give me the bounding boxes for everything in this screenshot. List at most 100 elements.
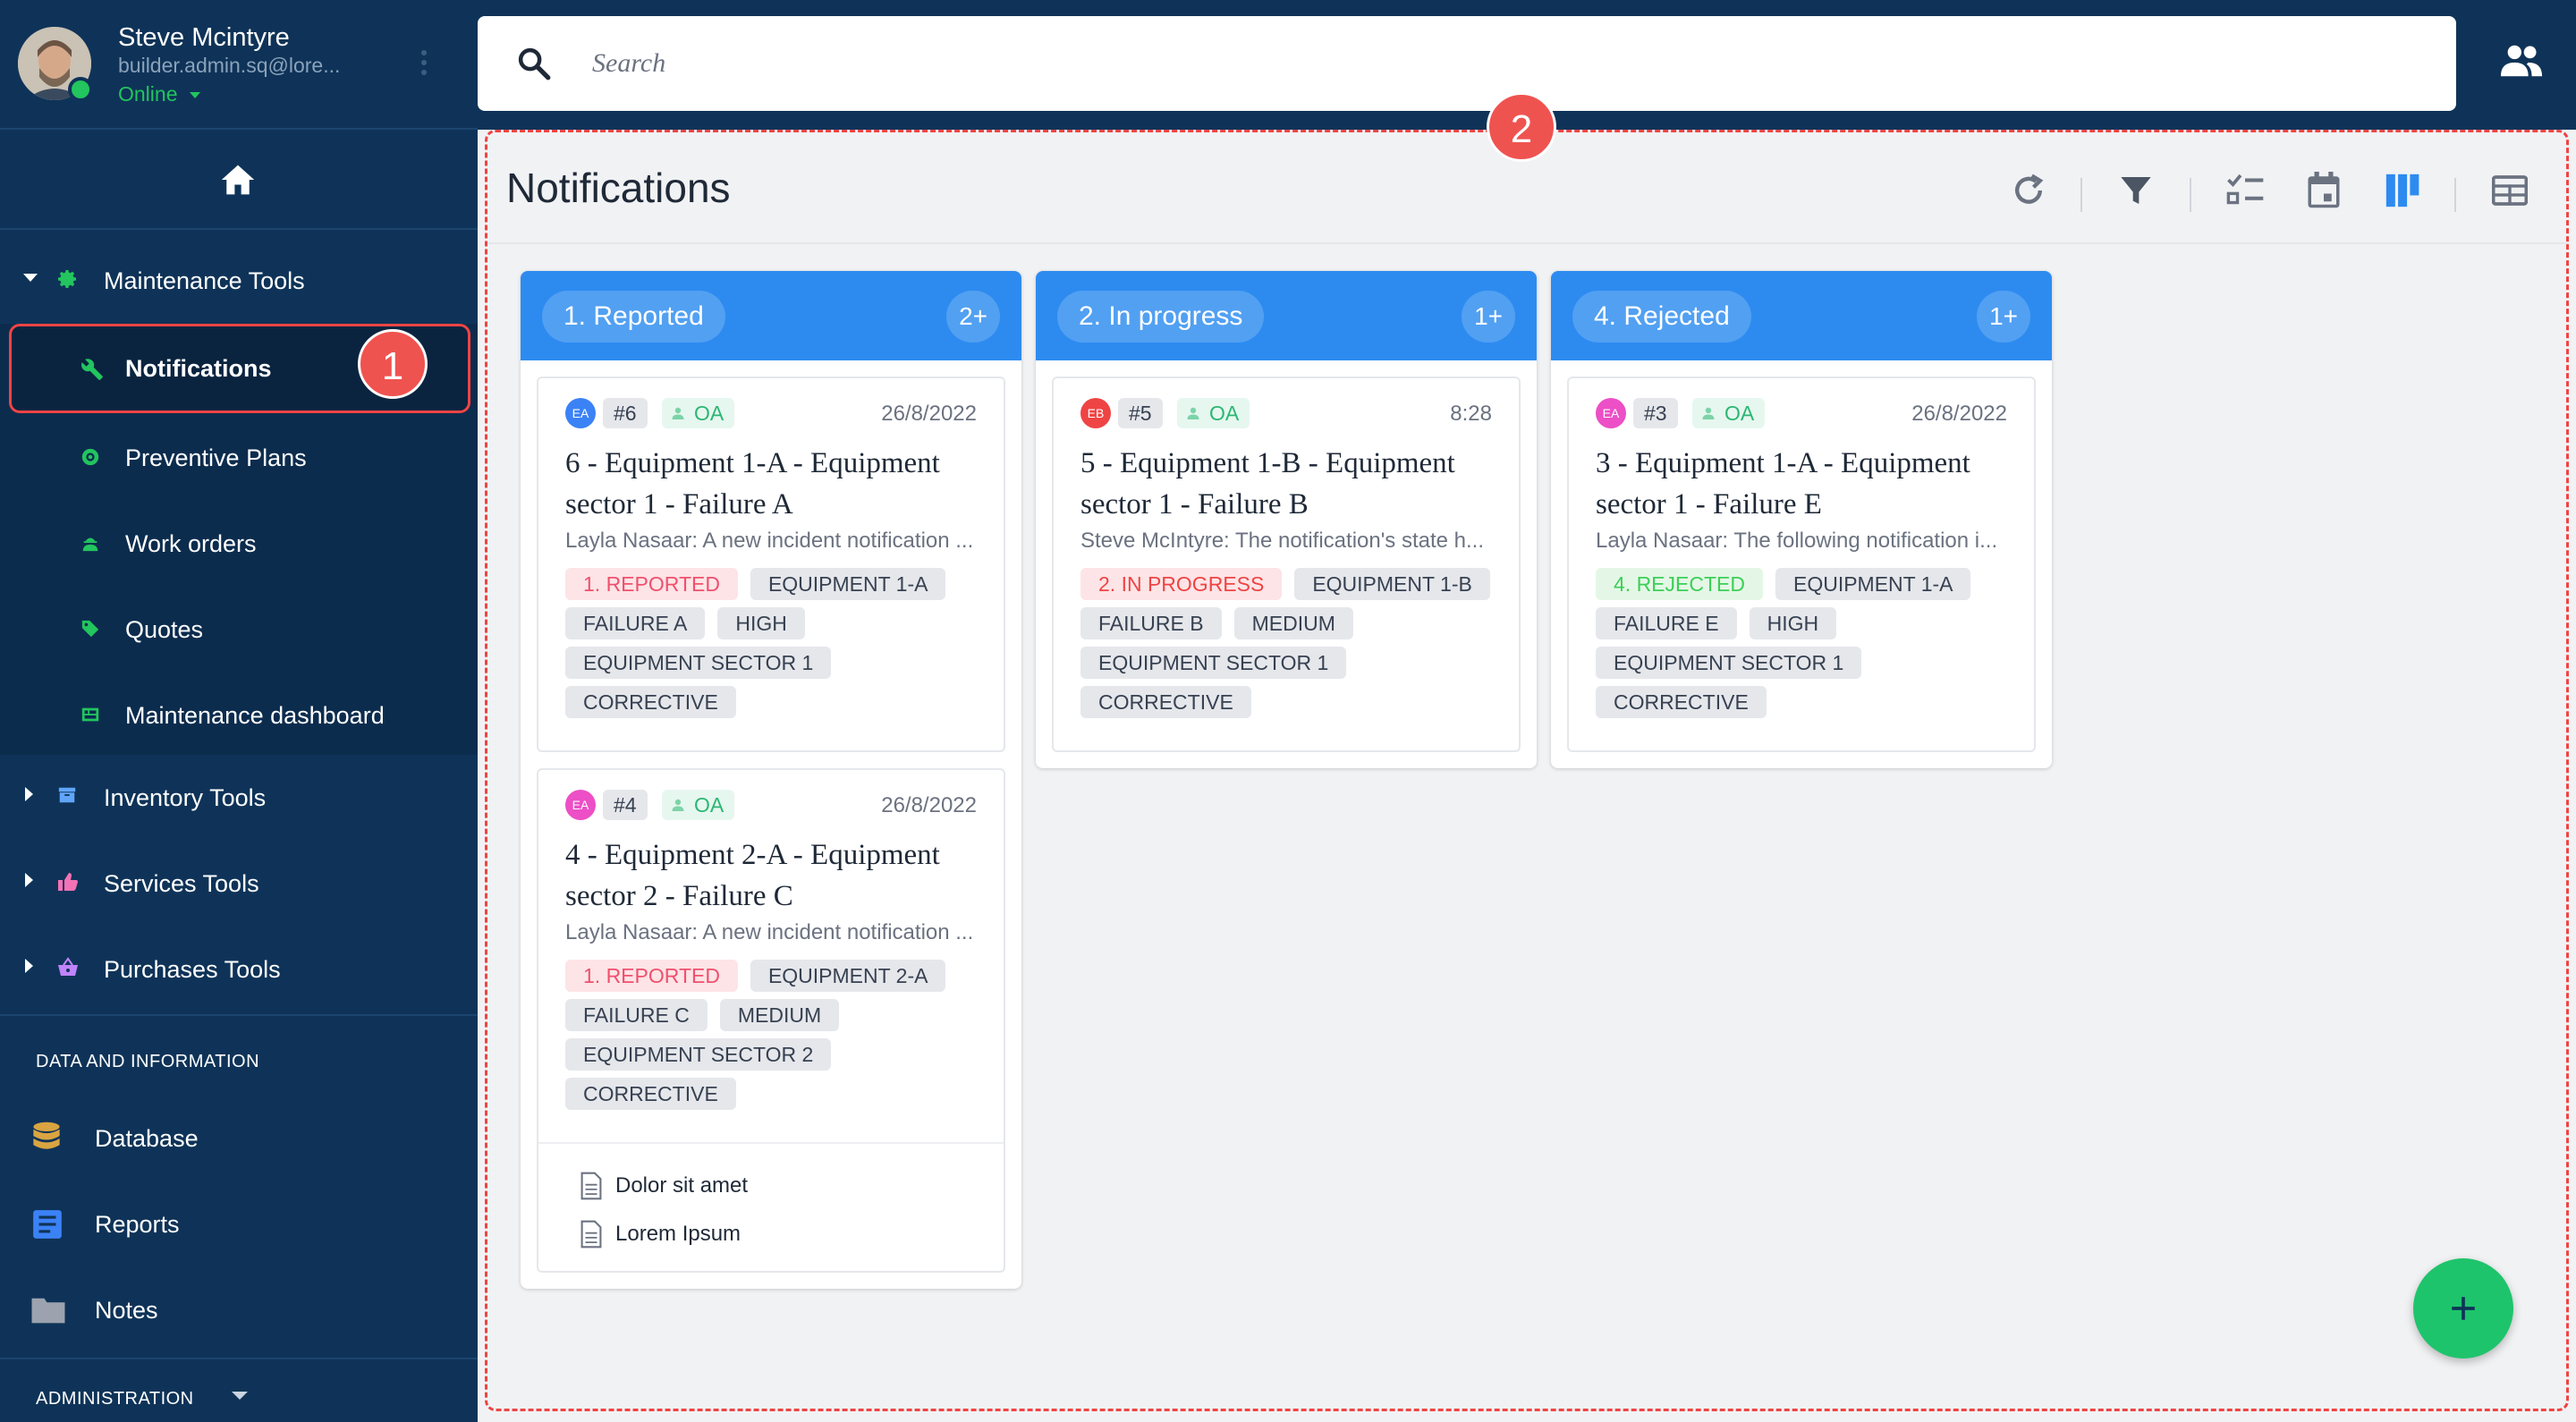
document-icon [580,1172,602,1200]
card-title: 5 - Equipment 1-B - Equipment sector 1 -… [1080,447,1455,521]
sidebar-section-label: Purchases Tools [104,956,281,983]
person-icon [672,799,684,811]
thumbs-up-icon [58,873,78,891]
caret-right-icon [25,787,33,801]
more-vertical-icon[interactable] [419,50,429,80]
add-notification-button[interactable] [2413,1258,2513,1359]
person-icon [1702,407,1715,419]
notification-card[interactable]: EB #5 OA 8:28 5 - Equipment 1-B - Equipm… [1052,377,1521,752]
calendar-view-button[interactable] [2299,165,2349,216]
sidebar-section-maintenance-tools[interactable]: Maintenance Tools [0,238,478,324]
toolbar-divider [2080,178,2082,212]
home-button[interactable] [0,131,478,230]
caret-right-icon [25,873,33,887]
column-header: 2. In progress 1+ [1036,271,1537,360]
sidebar-divider [0,1358,478,1359]
assignee-badge: OA [662,790,735,820]
user-status-label: Online [118,82,178,106]
attachment-list: Dolor sit amet Lorem Ipsum [538,1142,1004,1271]
sidebar-section-label: Services Tools [104,870,259,897]
column-header: 4. Rejected 1+ [1551,271,2052,360]
sidebar-item-quotes[interactable]: Quotes [9,585,470,674]
assignee-label: OA [1209,402,1240,425]
tag-icon [81,620,99,638]
avatar: EA [1596,398,1626,428]
sidebar-section-purchases-tools[interactable]: Purchases Tools [0,927,478,1012]
tag: EQUIPMENT 1-A [1775,568,1971,600]
checklist-icon [2226,174,2264,205]
tag: HIGH [717,607,805,639]
folder-icon [31,1298,65,1324]
tag-list: 1. REPORTED EQUIPMENT 1-A FAILURE A HIGH… [565,568,995,725]
notification-card[interactable]: EA #6 OA 26/8/2022 6 - Equipment 1-A - E… [537,377,1005,752]
admin-section-header[interactable]: ADMINISTRATION [36,1389,194,1409]
chevron-down-icon[interactable] [232,1392,248,1400]
notification-card[interactable]: EA #4 OA 26/8/2022 4 - Equipment 2-A - E… [537,768,1005,1273]
column-count[interactable]: 2+ [946,291,1000,343]
database-icon [33,1122,60,1149]
table-icon [2492,175,2528,206]
assignee-badge: OA [662,398,735,428]
tag: CORRECTIVE [1596,686,1767,718]
column-count[interactable]: 1+ [1462,291,1515,343]
tag: MEDIUM [1233,607,1353,639]
basket-icon [58,957,78,976]
tag: CORRECTIVE [565,686,736,718]
sidebar-item-preventive-plans[interactable]: Preventive Plans [9,413,470,503]
tag: FAILURE B [1080,607,1222,639]
column-header: 1. Reported 2+ [521,271,1021,360]
refresh-button[interactable] [2004,165,2054,216]
assignee-label: OA [694,793,724,817]
assignee-label: OA [1724,402,1755,425]
user-panel: Steve Mcintyre builder.admin.sq@lore... … [0,0,478,130]
checklist-view-button[interactable] [2220,165,2270,216]
chevron-down-icon [190,92,201,99]
sidebar-item-database[interactable]: Database [0,1095,478,1181]
user-status-dropdown[interactable]: Online [118,82,201,106]
sidebar-item-notes[interactable]: Notes [0,1266,478,1352]
avatar: EB [1080,398,1111,428]
sidebar-item-reports[interactable]: Reports [0,1181,478,1266]
column-count[interactable]: 1+ [1977,291,2030,343]
archive-icon [58,787,76,803]
sidebar-section-label: Maintenance Tools [104,267,305,294]
people-icon[interactable] [2499,41,2544,80]
column-title: 2. In progress [1057,291,1265,343]
dashboard-icon [81,707,99,722]
tag: EQUIPMENT 1-A [750,568,946,600]
attachment-label: Dolor sit amet [615,1173,749,1198]
filter-button[interactable] [2111,165,2161,216]
search-box[interactable] [478,16,2456,111]
callout-badge-2: 2 [1487,92,1556,162]
sidebar-item-label: Database [95,1125,199,1152]
card-date: 26/8/2022 [881,793,977,817]
attachment-item[interactable]: Dolor sit amet [580,1162,1004,1210]
avatar: EA [565,790,596,820]
tag-list: 1. REPORTED EQUIPMENT 2-A FAILURE C MEDI… [565,960,995,1117]
card-title: 4 - Equipment 2-A - Equipment sector 2 -… [565,839,940,912]
avatar: EA [565,398,596,428]
caret-down-icon [23,274,38,282]
sidebar-section-inventory-tools[interactable]: Inventory Tools [0,755,478,841]
card-description: Layla Nasaar: A new incident notificatio… [565,920,974,944]
search-input[interactable] [592,43,2292,84]
table-view-button[interactable] [2485,165,2535,216]
id-badge: #6 [603,398,648,428]
calendar-icon [2308,172,2340,208]
assignee-badge: OA [1692,398,1766,428]
id-badge: #4 [603,790,648,820]
sidebar-section-services-tools[interactable]: Services Tools [0,841,478,927]
sidebar-item-work-orders[interactable]: Work orders [9,499,470,588]
assignee-badge: OA [1177,398,1250,428]
tag: EQUIPMENT SECTOR 1 [1080,647,1347,679]
tag: EQUIPMENT SECTOR 1 [1596,647,1862,679]
sidebar-item-label: Quotes [125,616,204,643]
toolbar-divider [2454,178,2456,212]
main-content: Notifications 1. Reported 2+ EA #6 OA 26… [478,92,2576,1422]
notification-card[interactable]: EA #3 OA 26/8/2022 3 - Equipment 1-A - E… [1567,377,2036,752]
attachment-item[interactable]: Lorem Ipsum [580,1210,1004,1258]
user-email: builder.admin.sq@lore... [118,54,341,77]
kanban-view-button[interactable] [2377,165,2428,216]
tag: HIGH [1749,607,1837,639]
sidebar-item-maintenance-dashboard[interactable]: Maintenance dashboard [9,671,470,760]
